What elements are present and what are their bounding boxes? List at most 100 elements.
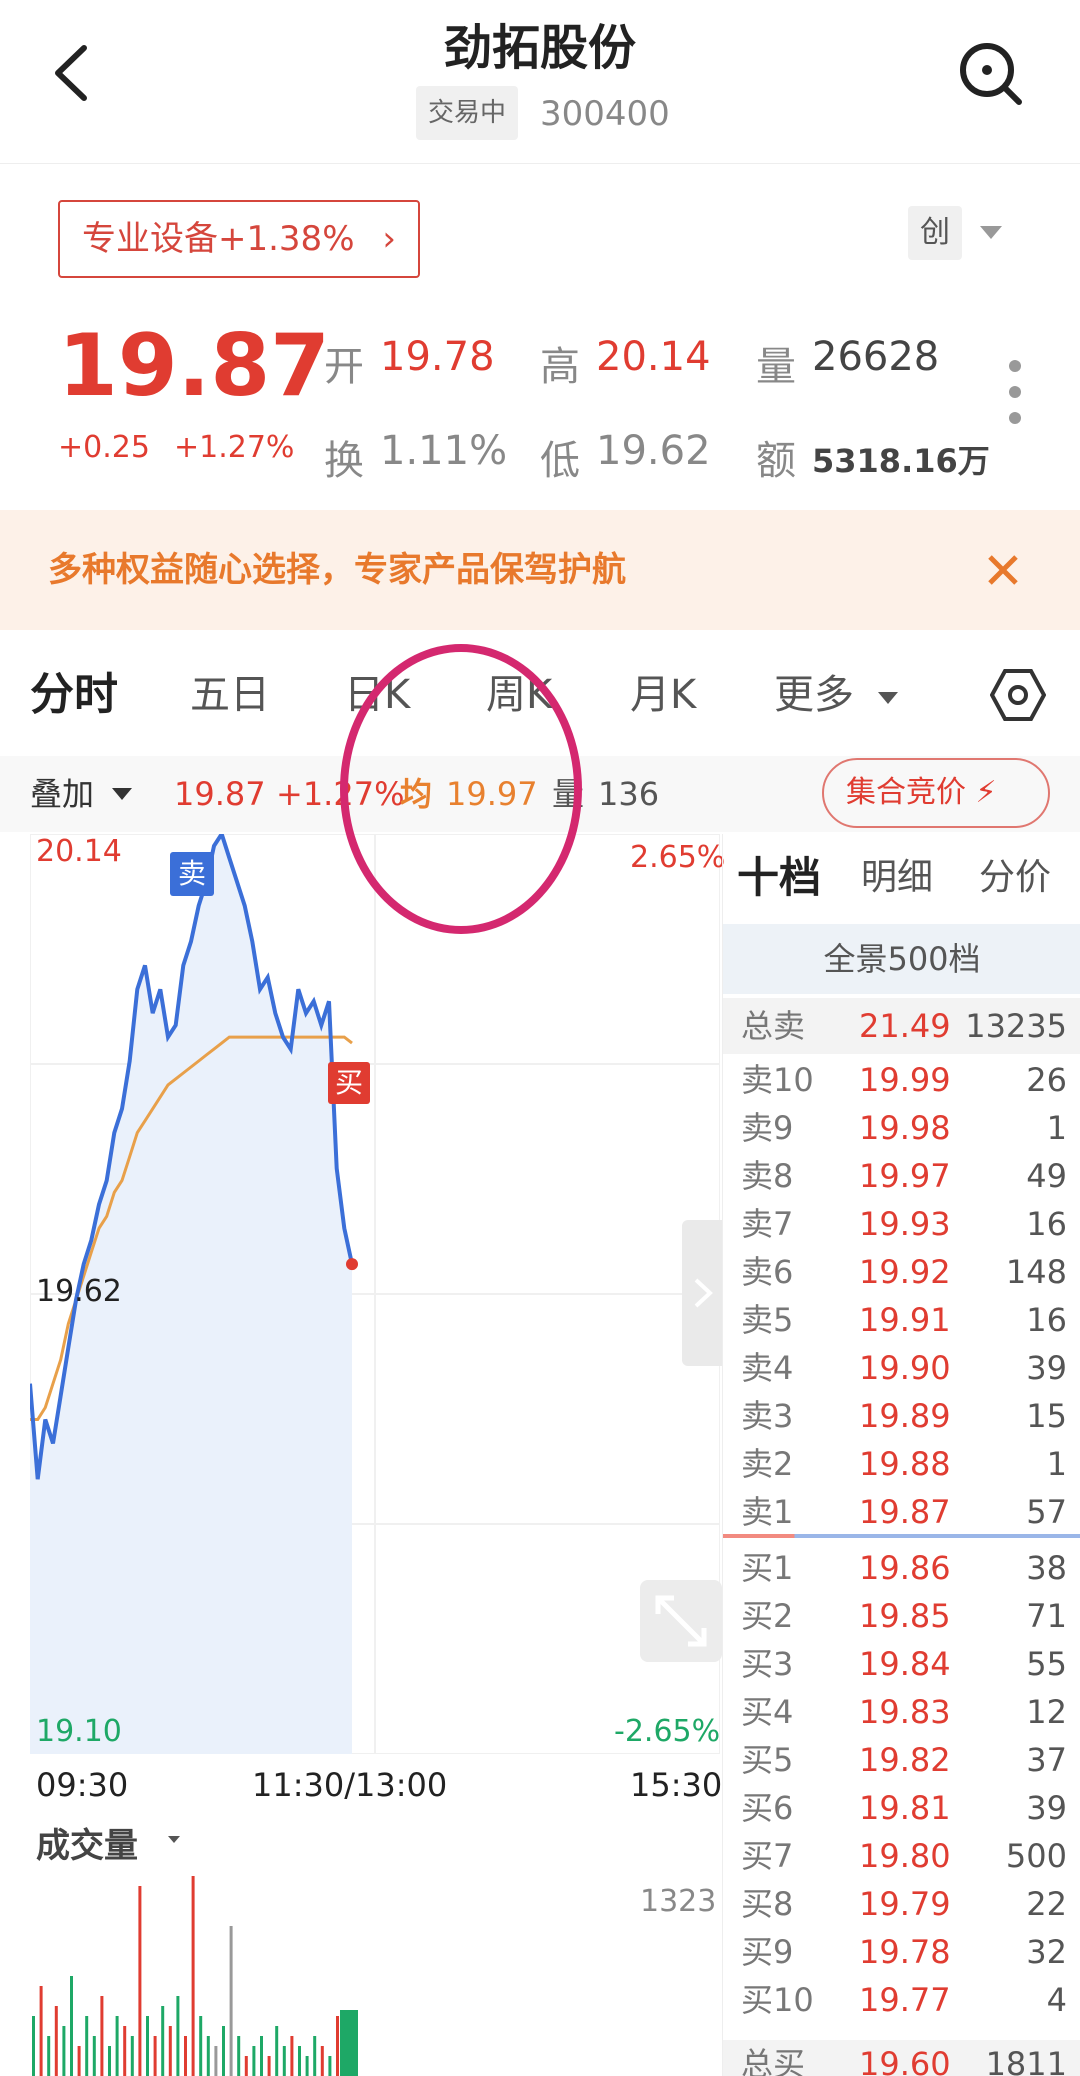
buy-row[interactable]: 买10 19.77 4 [723,1976,1080,2024]
caret-down-icon[interactable] [168,1836,180,1843]
sell-price: 19.97 [859,1157,951,1195]
volume-label: 量 [756,344,796,390]
call-auction-button[interactable]: 集合竞价 ⚡ [822,758,1050,828]
search-button[interactable] [955,38,1025,108]
buy-marker[interactable]: 买 [328,1062,370,1104]
buy-level-label: 买1 [741,1549,794,1587]
volume-bar [85,2016,89,2076]
settings-hexagon-icon[interactable] [989,667,1047,723]
caret-down-icon[interactable] [112,788,132,800]
sell-row[interactable]: 卖3 19.89 15 [723,1392,1080,1440]
panorama-500-button[interactable]: 全景500档 [723,924,1080,994]
sector-button[interactable]: 专业设备+1.38% › [58,200,420,278]
sell-level-label: 卖3 [741,1397,794,1435]
sell-row[interactable]: 卖6 19.92 148 [723,1248,1080,1296]
buy-row[interactable]: 买9 19.78 32 [723,1928,1080,1976]
buy-row[interactable]: 买1 19.86 38 [723,1544,1080,1592]
buy-price: 19.85 [859,1597,951,1635]
sell-price: 19.92 [859,1253,951,1291]
total-buy-row: 总买 19.60 1811 [723,2040,1080,2076]
buy-level-label: 买4 [741,1693,794,1731]
sell-marker[interactable]: 卖 [170,852,214,896]
y-axis-high-pct: 2.65% [630,840,726,875]
sell-level-label: 卖4 [741,1349,794,1387]
volume-bar [260,2036,263,2076]
sell-price: 19.91 [859,1301,951,1339]
sell-row[interactable]: 卖4 19.90 39 [723,1344,1080,1392]
tab-five-day[interactable]: 五日 [190,640,270,750]
open-label: 开 [324,344,364,390]
buy-row[interactable]: 买7 19.80 500 [723,1832,1080,1880]
search-icon [960,43,1022,105]
sector-label: 专业设备+1.38% [82,219,355,259]
sell-volume: 49 [1026,1157,1067,1195]
total-sell-volume: 13235 [965,1007,1067,1045]
sell-level-label: 卖9 [741,1109,794,1147]
sell-volume: 57 [1026,1493,1067,1531]
volume-bar [320,2046,324,2076]
open-value: 19.78 [380,334,495,380]
volume-bar [153,2036,157,2076]
volume-bar [222,2026,225,2076]
buy-row[interactable]: 买5 19.82 37 [723,1736,1080,1784]
volume-bar [282,2046,286,2076]
y-axis-bottom-pct: -2.65% [614,1714,721,1749]
sell-row[interactable]: 卖7 19.93 16 [723,1200,1080,1248]
buy-volume: 55 [1026,1645,1067,1683]
sell-price: 19.99 [859,1061,951,1099]
more-vertical-icon[interactable] [1000,360,1030,430]
intraday-chart-svg [30,834,720,1754]
low-value: 19.62 [596,428,711,474]
sell-level-label: 卖5 [741,1301,794,1339]
volume-bar [298,2046,301,2076]
tab-monthly-k[interactable]: 月K [630,640,696,750]
promo-text: 多种权益随心选择，专家产品保驾护航 [48,550,626,590]
tab-intraday[interactable]: 分时 [30,640,118,750]
close-icon[interactable] [980,547,1026,593]
tab-more[interactable]: 更多 [774,640,854,750]
caret-down-icon[interactable] [878,692,898,704]
promo-banner[interactable]: 多种权益随心选择，专家产品保驾护航 [0,510,1080,630]
total-buy-price: 19.60 [859,2045,951,2076]
tab-price-split[interactable]: 分价 [979,834,1051,922]
expand-arrows-icon [655,1595,707,1647]
overlay-dropdown[interactable]: 叠加 [30,756,94,832]
buy-row[interactable]: 买2 19.85 71 [723,1592,1080,1640]
buy-row[interactable]: 买6 19.81 39 [723,1784,1080,1832]
buy-volume: 39 [1026,1789,1067,1827]
volume-bar [115,2016,119,2076]
buy-volume: 37 [1026,1741,1067,1779]
volume-bar [54,2006,58,2076]
expand-panel-button[interactable] [682,1220,722,1366]
buy-price: 19.86 [859,1549,951,1587]
board-badge[interactable]: 创 [908,206,962,260]
volume-bar [130,2036,134,2076]
buy-volume: 32 [1026,1933,1067,1971]
time-start: 09:30 [36,1766,129,1804]
sell-volume: 26 [1026,1061,1067,1099]
buy-row[interactable]: 买4 19.83 12 [723,1688,1080,1736]
turnover-value: 1.11% [380,428,508,474]
volume-bar [199,2016,203,2076]
sell-row[interactable]: 卖2 19.88 1 [723,1440,1080,1488]
tab-level10[interactable]: 十档 [737,834,821,922]
turnover-label: 换 [324,438,364,484]
sell-row[interactable]: 卖10 19.99 26 [723,1056,1080,1104]
sell-row[interactable]: 卖1 19.87 57 [723,1488,1080,1536]
volume-bar [100,1996,104,2076]
volume-bar [290,2036,294,2076]
buy-price: 19.80 [859,1837,951,1875]
buy-row[interactable]: 买8 19.79 22 [723,1880,1080,1928]
buy-row[interactable]: 买3 19.84 55 [723,1640,1080,1688]
caret-down-icon[interactable] [980,226,1002,239]
fullscreen-button[interactable] [640,1580,722,1662]
sell-row[interactable]: 卖5 19.91 16 [723,1296,1080,1344]
intraday-chart[interactable]: 20.14 2.65% 19.62 19.10 -2.65% 卖 买 [30,834,725,1754]
sell-row[interactable]: 卖9 19.98 1 [723,1104,1080,1152]
sell-price: 19.89 [859,1397,951,1435]
volume-bar [176,1996,180,2076]
volume-bar [336,2016,339,2076]
buy-price: 19.77 [859,1981,951,2019]
tab-details[interactable]: 明细 [861,834,933,922]
sell-row[interactable]: 卖8 19.97 49 [723,1152,1080,1200]
